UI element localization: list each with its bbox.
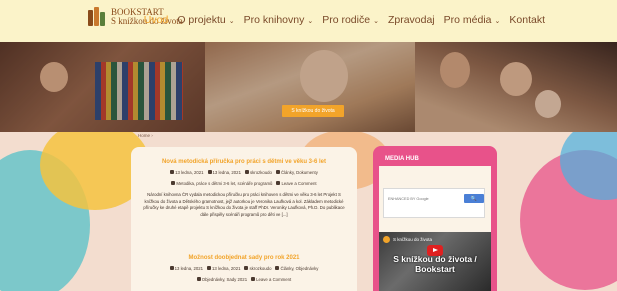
- video-channel[interactable]: S knížkou do života: [383, 236, 432, 243]
- hero-banner: [0, 42, 617, 132]
- post-author[interactable]: skrozkoudo: [244, 266, 271, 271]
- post-title-link[interactable]: Nová metodická příručka pro práci s dětm…: [131, 159, 357, 165]
- post-meta: 13 ledna, 2021 13 ledna, 2021 skrozkoudo…: [131, 266, 357, 271]
- video-title: S knížkou do života / Bookstart: [393, 254, 477, 274]
- post-article: Nová metodická příručka pro práci s dětm…: [131, 159, 357, 218]
- post-comment-link[interactable]: Leave a Comment: [276, 181, 317, 186]
- post-meta: 13 ledna, 2021 13 ledna, 2021 skrozkoudo…: [131, 170, 357, 175]
- comment-icon: [251, 277, 256, 281]
- search-widget: 🔍: [383, 188, 485, 218]
- comment-icon: [276, 181, 281, 185]
- calendar-icon: [169, 266, 174, 270]
- chevron-down-icon: ⌄: [494, 18, 501, 25]
- post-tags-row: Metodika, práce s dětmi 3-6 let, scénáře…: [131, 181, 357, 186]
- search-input[interactable]: [388, 195, 458, 203]
- post-tags[interactable]: Metodika, práce s dětmi 3-6 let, scénáře…: [171, 181, 272, 186]
- channel-avatar: [383, 236, 390, 243]
- post-excerpt: Národní knihovna ČR vydala metodickou př…: [143, 192, 345, 217]
- main-nav: Úvod O projektu ⌄ Pro knihovny ⌄ Pro rodič…: [144, 14, 545, 26]
- send-icon: [207, 170, 212, 174]
- site-header: BOOKSTART S knížkou do života Úvod O pro…: [0, 0, 617, 42]
- sidebar-title: MEDIA HUB: [385, 156, 419, 162]
- chevron-down-icon: ⌄: [307, 18, 314, 25]
- chevron-down-icon: ⌄: [373, 18, 379, 25]
- calendar-icon: [170, 170, 175, 174]
- youtube-video-embed[interactable]: S knížkou do života S knížkou do života …: [379, 232, 491, 291]
- hero-cta-button[interactable]: S knížkou do života: [282, 105, 344, 117]
- list-icon: [275, 170, 280, 174]
- books-icon: [86, 6, 108, 28]
- search-icon: 🔍: [470, 195, 478, 202]
- post-updated: 13 ledna, 2021: [207, 170, 241, 175]
- nav-item-pro-media[interactable]: Pro média ⌄: [444, 14, 501, 26]
- post-date: 13 ledna, 2021: [169, 266, 203, 271]
- tag-icon: [196, 277, 201, 281]
- list-icon: [275, 266, 280, 270]
- nav-item-zpravodaj[interactable]: Zpravodaj: [388, 14, 435, 26]
- page: { "logo": {"title": "BOOKSTART", "subtit…: [0, 0, 617, 291]
- post-tags[interactable]: Objednávky, Sady 2021: [196, 277, 247, 282]
- post-date: 13 ledna, 2021: [170, 170, 204, 175]
- post-categories[interactable]: Články, Dokumenty: [275, 170, 318, 175]
- post-author[interactable]: skrozkoudo: [244, 170, 272, 175]
- hero-overlay: [0, 42, 617, 132]
- nav-item-kontakt[interactable]: Kontakt: [509, 14, 545, 26]
- nav-item-o-projektu[interactable]: O projektu ⌄: [177, 14, 234, 26]
- breadcrumb[interactable]: Home ›: [138, 133, 153, 138]
- post-article: Možnost doobjednat sady pro rok 2021 13 …: [131, 255, 357, 288]
- nav-item-uvod[interactable]: Úvod: [144, 14, 169, 26]
- search-button[interactable]: 🔍: [464, 194, 484, 203]
- post-comment-link[interactable]: Leave a Comment: [251, 277, 291, 282]
- send-icon: [207, 266, 212, 270]
- post-updated: 13 ledna, 2021: [207, 266, 240, 271]
- nav-item-pro-knihovny[interactable]: Pro knihovny ⌄: [244, 14, 314, 26]
- sidebar-media-hub: MEDIA HUB 🔍 S knížkou do života S knížko…: [373, 146, 497, 291]
- posts-column: Nová metodická příručka pro práci s dětm…: [131, 147, 357, 291]
- user-icon: [244, 170, 249, 174]
- tag-icon: [171, 181, 176, 185]
- post-title-link[interactable]: Možnost doobjednat sady pro rok 2021: [131, 255, 357, 261]
- nav-item-pro-rodice[interactable]: Pro rodiče ⌄: [322, 14, 379, 26]
- post-tags-row: Objednávky, Sady 2021 Leave a Comment: [131, 277, 357, 282]
- user-icon: [244, 266, 249, 270]
- post-categories[interactable]: Články, Objednávky: [275, 266, 318, 271]
- chevron-down-icon: ⌄: [228, 18, 235, 25]
